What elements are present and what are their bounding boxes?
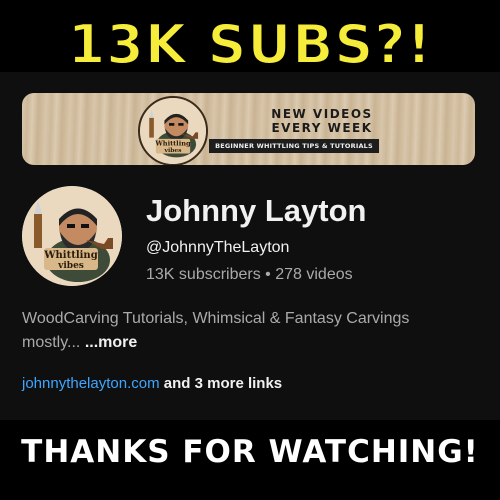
banner-logo-text-2: vibes [164, 147, 183, 154]
more-button[interactable]: ...more [85, 334, 137, 351]
carver-mascot-icon: Whittling vibes [22, 186, 122, 286]
channel-stats: 13K subscribers • 278 videos [146, 264, 466, 286]
headline-text: 13K SUBS?! [67, 13, 433, 77]
description-text: WoodCarving Tutorials, Whimsical & Fanta… [22, 310, 410, 351]
channel-banner[interactable]: Whittling vibes NEW VIDEOS EVERY WEEK BE… [22, 93, 475, 165]
channel-links: johnnythelayton.com and 3 more links [22, 373, 462, 395]
more-links-button[interactable]: and 3 more links [164, 375, 282, 392]
banner-title: NEW VIDEOS EVERY WEEK [222, 107, 422, 135]
website-link[interactable]: johnnythelayton.com [22, 375, 160, 392]
carver-mascot-icon: Whittling vibes [140, 98, 206, 164]
channel-handle: @JohnnyTheLayton [146, 239, 290, 256]
channel-description: WoodCarving Tutorials, Whimsical & Fanta… [22, 307, 462, 355]
banner-title-line-1: NEW VIDEOS [271, 107, 373, 121]
channel-name: Johnny Layton [146, 193, 367, 228]
subscriber-count: 13K subscribers [146, 266, 261, 283]
banner-tagline: BEGINNER WHITTLING TIPS & TUTORIALS [209, 139, 379, 153]
banner-logo: Whittling vibes [138, 96, 208, 165]
footer-text: THANKS FOR WATCHING! [21, 434, 479, 470]
video-count: 278 videos [275, 266, 353, 283]
banner-logo-text-1: Whittling [154, 140, 191, 148]
channel-avatar[interactable]: Whittling vibes [22, 186, 122, 286]
avatar-logo-text-2: vibes [57, 261, 84, 271]
banner-title-line-2: EVERY WEEK [271, 121, 373, 135]
avatar-logo-text-1: Whittling [43, 250, 97, 261]
stats-separator: • [265, 266, 271, 283]
